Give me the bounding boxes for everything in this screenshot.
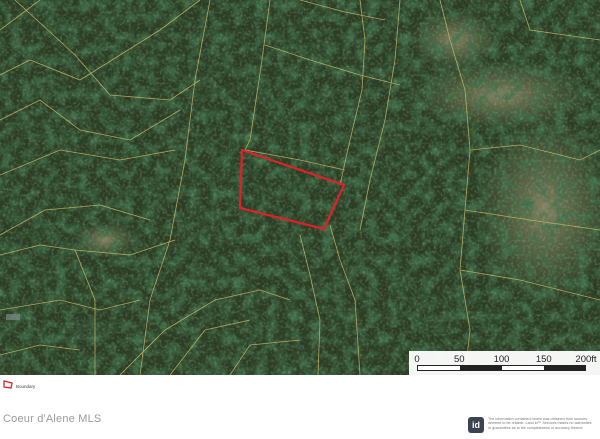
- scale-bar-graphic: [417, 365, 586, 371]
- aerial-map[interactable]: 0 50 100 150 200ft: [0, 0, 600, 375]
- scale-segment: [418, 366, 460, 370]
- scale-segment: [502, 366, 544, 370]
- footer: Coeur d'Alene MLS id The information con…: [0, 397, 600, 439]
- scale-tick-label: 0: [414, 354, 420, 365]
- scale-tick-label: 50: [453, 354, 465, 365]
- map-legend: Boundary: [0, 375, 600, 397]
- boundary-polygon-icon: [3, 380, 13, 389]
- legend-label-boundary: Boundary: [16, 384, 36, 389]
- disclaimer-text: The information contained herein was obt…: [488, 417, 592, 430]
- scale-tick-label: 100: [493, 354, 510, 365]
- land-id-logo: id: [468, 417, 484, 433]
- mls-title: Coeur d'Alene MLS: [3, 413, 102, 425]
- scale-segment: [460, 366, 502, 370]
- scale-segment: [544, 366, 585, 370]
- map-report-page: 0 50 100 150 200ft Boundary Coeur d'Alen…: [0, 0, 600, 439]
- scale-bar: 0 50 100 150 200ft: [409, 351, 600, 375]
- scale-tick-label: 150: [535, 354, 552, 365]
- scale-tick-label: 200ft: [575, 354, 597, 365]
- aerial-imagery: [0, 0, 600, 375]
- structure: [6, 314, 20, 320]
